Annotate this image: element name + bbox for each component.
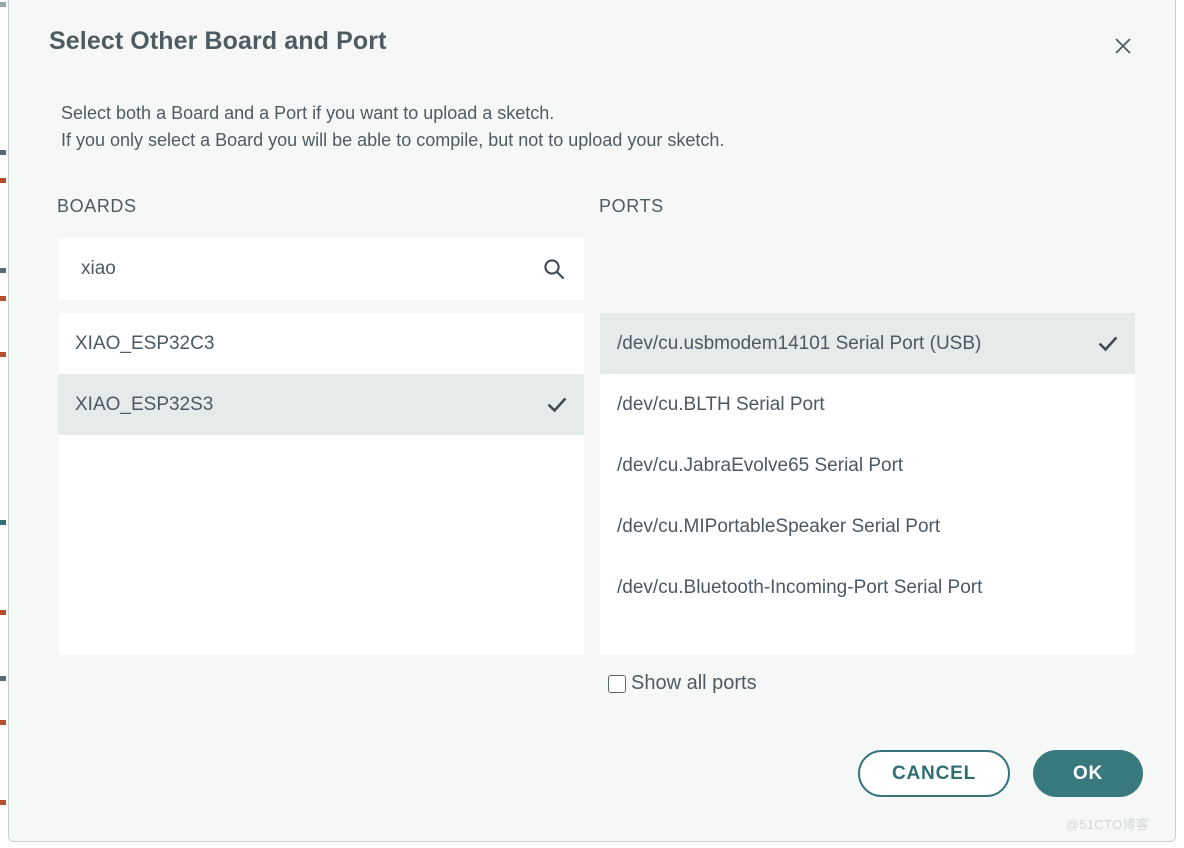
background-code-fragment — [0, 610, 6, 615]
boards-column-label: BOARDS — [57, 196, 137, 216]
background-code-fragment — [0, 352, 6, 357]
background-editor-strip — [0, 0, 8, 848]
show-all-ports-label: Show all ports — [631, 672, 757, 694]
port-list-item-label: /dev/cu.Bluetooth-Incoming-Port Serial P… — [617, 576, 983, 598]
background-code-fragment — [0, 150, 6, 155]
board-search-box[interactable] — [58, 238, 584, 300]
port-list-item-label: /dev/cu.MIPortableSpeaker Serial Port — [617, 515, 941, 537]
check-icon — [1098, 334, 1118, 354]
port-list-item-label: /dev/cu.JabraEvolve65 Serial Port — [617, 454, 904, 476]
background-code-fragment — [0, 720, 6, 725]
cancel-button[interactable]: CANCEL — [858, 750, 1010, 797]
show-all-ports-checkbox[interactable] — [608, 674, 626, 693]
dialog-description: Select both a Board and a Port if you wa… — [61, 103, 725, 150]
board-list-item[interactable]: XIAO_ESP32C3 — [58, 313, 584, 374]
port-list-item[interactable]: /dev/cu.usbmodem14101 Serial Port (USB) — [600, 313, 1135, 374]
boards-list[interactable]: XIAO_ESP32C3 XIAO_ESP32S3 — [58, 313, 584, 655]
select-board-and-port-dialog: Select Other Board and Port Select both … — [8, 0, 1176, 842]
board-search-input[interactable] — [79, 257, 523, 281]
port-list-item[interactable]: /dev/cu.JabraEvolve65 Serial Port — [600, 435, 1135, 496]
background-code-fragment — [0, 296, 6, 301]
board-list-item[interactable]: XIAO_ESP32S3 — [58, 374, 584, 435]
show-all-ports-row[interactable]: Show all ports — [608, 672, 757, 695]
watermark: @51CTO博客 — [1065, 817, 1149, 832]
port-list-item[interactable]: /dev/cu.MIPortableSpeaker Serial Port — [600, 496, 1135, 557]
ok-button[interactable]: OK — [1033, 750, 1143, 797]
close-icon — [1113, 36, 1133, 56]
background-code-fragment — [0, 520, 6, 525]
board-list-item-label: XIAO_ESP32C3 — [75, 332, 215, 354]
check-icon — [547, 395, 567, 415]
port-list-item[interactable]: /dev/cu.Bluetooth-Incoming-Port Serial P… — [600, 557, 1135, 618]
background-code-fragment — [0, 2, 6, 7]
ports-list[interactable]: /dev/cu.usbmodem14101 Serial Port (USB) /… — [600, 313, 1135, 655]
port-list-item-label: /dev/cu.BLTH Serial Port — [617, 393, 825, 415]
port-list-item[interactable]: /dev/cu.BLTH Serial Port — [600, 374, 1135, 435]
search-icon[interactable] — [542, 257, 566, 281]
background-code-fragment — [0, 676, 6, 681]
ports-column-label: PORTS — [599, 196, 664, 216]
background-code-fragment — [0, 178, 6, 183]
port-list-item-label: /dev/cu.usbmodem14101 Serial Port (USB) — [617, 332, 982, 354]
background-code-fragment — [0, 800, 6, 805]
close-button[interactable] — [1107, 30, 1139, 62]
background-code-fragment — [0, 268, 6, 273]
board-list-item-label: XIAO_ESP32S3 — [75, 393, 214, 415]
dialog-title: Select Other Board and Port — [49, 27, 387, 55]
